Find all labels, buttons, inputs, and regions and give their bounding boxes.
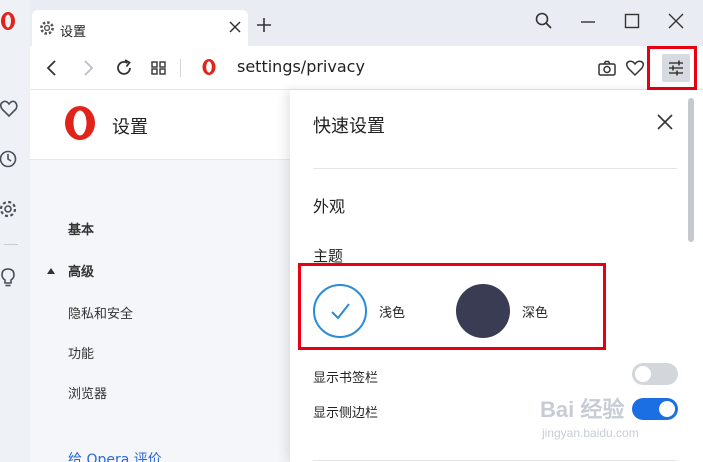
watermark: Bai 经验 jingyan.baidu.com (540, 392, 690, 452)
new-tab-plus-icon[interactable] (256, 17, 272, 33)
theme-option-light[interactable] (313, 284, 367, 338)
back-arrow-icon[interactable] (42, 58, 62, 78)
opera-logo-icon[interactable] (0, 10, 22, 32)
url-text[interactable]: settings/privacy (237, 57, 365, 76)
theme-option-dark-label: 深色 (522, 306, 549, 321)
camera-icon[interactable] (597, 58, 617, 78)
toolbar-separator (180, 59, 181, 77)
settings-nav: 设置 基本 高级 隐私和安全 功能 浏览器 给 Opera 评价 (30, 90, 290, 462)
caret-up-icon[interactable] (46, 267, 56, 275)
opera-logo-icon (202, 59, 216, 75)
nav-item-privacy[interactable]: 隐私和安全 (68, 303, 133, 322)
toggle-bookmarks-bar[interactable] (632, 363, 678, 385)
close-icon[interactable] (656, 113, 674, 131)
theme-option-dark[interactable] (456, 284, 510, 338)
nav-item-features[interactable]: 功能 (68, 343, 94, 362)
tab-strip: 设置 (30, 0, 703, 46)
theme-option-light-label: 浅色 (379, 306, 406, 321)
gear-icon (40, 21, 54, 35)
page-title: 设置 (112, 117, 148, 138)
divider (313, 460, 677, 461)
panel-scrollbar[interactable] (688, 98, 694, 242)
app-sidebar (0, 0, 30, 462)
toggle-label-bookmarks-bar: 显示书签栏 (313, 371, 379, 386)
toggle-label-sidebar: 显示侧边栏 (313, 406, 379, 421)
watermark-url: jingyan.baidu.com (542, 426, 639, 440)
minimize-icon[interactable] (579, 12, 597, 30)
easy-setup-button[interactable] (662, 54, 690, 82)
reload-icon[interactable] (114, 58, 134, 78)
close-icon[interactable] (228, 20, 242, 34)
address-toolbar: settings/privacy (30, 46, 703, 90)
heart-icon[interactable] (625, 58, 645, 78)
tab-settings[interactable]: 设置 (32, 10, 248, 46)
watermark-logo-text: Bai 经验 (540, 397, 625, 422)
divider (313, 168, 677, 169)
section-title-appearance: 外观 (313, 197, 346, 216)
heart-icon[interactable] (0, 98, 22, 120)
panel-title: 快速设置 (313, 116, 385, 137)
checkmark-icon (331, 303, 350, 320)
nav-link-rate-opera[interactable]: 给 Opera 评价 (68, 449, 162, 462)
search-icon[interactable] (535, 12, 553, 30)
nav-item-advanced[interactable]: 高级 (68, 261, 94, 280)
easy-setup-sliders-icon (669, 60, 683, 76)
opera-logo-icon (65, 106, 95, 140)
sidebar-divider (4, 244, 18, 245)
lightbulb-icon[interactable] (0, 266, 22, 288)
settings-header: 设置 (30, 90, 290, 160)
gear-icon[interactable] (0, 198, 22, 220)
maximize-icon[interactable] (623, 12, 641, 30)
tab-title: 设置 (60, 25, 87, 40)
nav-item-basic[interactable]: 基本 (68, 219, 94, 238)
tab-grid-icon[interactable] (149, 58, 169, 78)
history-clock-icon[interactable] (0, 148, 22, 170)
forward-arrow-icon[interactable] (78, 58, 98, 78)
toggle-knob (635, 366, 651, 382)
theme-label: 主题 (313, 247, 344, 265)
nav-item-browser[interactable]: 浏览器 (68, 383, 107, 402)
close-icon[interactable] (667, 12, 685, 30)
